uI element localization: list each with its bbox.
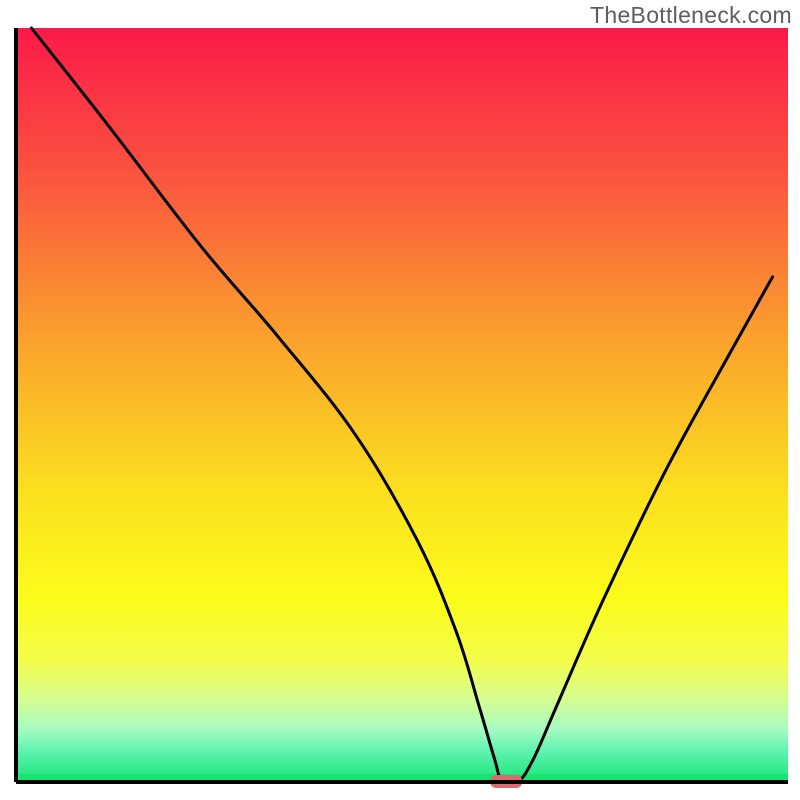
gradient-background [16,28,788,782]
watermark-label: TheBottleneck.com [590,2,792,29]
bottleneck-chart [0,0,800,800]
chart-frame: TheBottleneck.com [0,0,800,800]
